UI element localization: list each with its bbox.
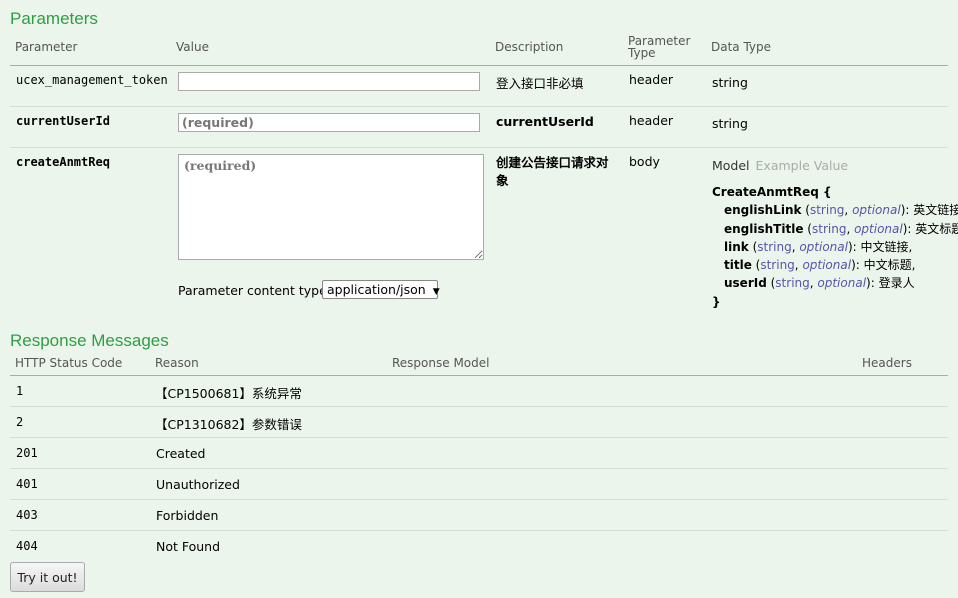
param-type: body bbox=[629, 154, 660, 169]
model-property: englishLink (string, optional): 英文链接, bbox=[724, 203, 958, 218]
chevron-down-icon: ▼ bbox=[432, 287, 440, 297]
model-type-name: CreateAnmtReq { bbox=[712, 185, 832, 199]
col-header-data-type: Data Type bbox=[711, 40, 772, 54]
col-header-value: Value bbox=[176, 40, 209, 54]
model-schema: CreateAnmtReq { englishLink (string, opt… bbox=[712, 183, 958, 311]
status-reason: Unauthorized bbox=[156, 477, 240, 492]
param-type: header bbox=[629, 113, 674, 128]
model-close-brace: } bbox=[712, 294, 721, 309]
current-user-id-input[interactable] bbox=[178, 113, 480, 132]
param-name: createAnmtReq bbox=[16, 155, 110, 169]
status-reason: Created bbox=[156, 446, 206, 461]
response-messages-heading: Response Messages bbox=[10, 331, 169, 350]
status-reason: 【CP1310682】参数错误 bbox=[155, 417, 302, 432]
status-reason: 【CP1500681】系统异常 bbox=[155, 386, 302, 401]
tab-example-value[interactable]: Example Value bbox=[756, 158, 849, 173]
header-divider bbox=[10, 375, 948, 376]
model-tabs: Model Example Value bbox=[712, 158, 848, 173]
row-divider bbox=[10, 530, 948, 531]
tab-model[interactable]: Model bbox=[712, 158, 750, 173]
param-type: header bbox=[629, 72, 674, 87]
status-code: 2 bbox=[16, 415, 24, 429]
col-header-parameter-type: Parameter Type bbox=[628, 34, 691, 60]
col-header-response-model: Response Model bbox=[392, 356, 490, 370]
param-description: currentUserId bbox=[496, 114, 594, 129]
model-property: englishTitle (string, optional): 英文标题, bbox=[724, 221, 958, 236]
row-divider bbox=[10, 468, 948, 469]
param-name: currentUserId bbox=[16, 114, 110, 128]
parameters-heading: Parameters bbox=[10, 9, 98, 28]
ucex-management-token-input[interactable] bbox=[178, 72, 480, 91]
model-property: title (string, optional): 中文标题, bbox=[724, 258, 916, 273]
content-type-value: application/json bbox=[327, 282, 426, 297]
operation-panel: Parameters Parameter Value Description P… bbox=[0, 0, 958, 598]
create-anmt-req-textarea[interactable] bbox=[178, 154, 484, 260]
col-header-parameter: Parameter bbox=[15, 40, 78, 54]
status-reason: Not Found bbox=[156, 539, 221, 554]
param-data-type: string bbox=[712, 75, 748, 90]
status-code: 403 bbox=[16, 508, 38, 522]
param-description: 登入接口非必填 bbox=[496, 76, 584, 91]
try-it-out-button[interactable]: Try it out! bbox=[10, 562, 85, 592]
content-type-select[interactable]: application/json ▼ bbox=[322, 280, 440, 299]
param-name: ucex_management_token bbox=[16, 73, 168, 87]
model-property: userId (string, optional): 登录人 bbox=[724, 276, 915, 291]
status-code: 401 bbox=[16, 477, 38, 491]
col-header-status-code: HTTP Status Code bbox=[15, 356, 123, 370]
col-header-description: Description bbox=[495, 40, 564, 54]
status-code: 201 bbox=[16, 446, 38, 460]
col-header-headers: Headers bbox=[862, 356, 912, 370]
model-property: link (string, optional): 中文链接, bbox=[724, 239, 913, 254]
header-divider bbox=[10, 65, 948, 66]
param-data-type: string bbox=[712, 116, 748, 131]
content-type-label: Parameter content type: bbox=[178, 283, 331, 298]
status-reason: Forbidden bbox=[156, 508, 219, 523]
row-divider bbox=[10, 437, 948, 438]
status-code: 404 bbox=[16, 539, 38, 553]
row-divider bbox=[10, 406, 948, 407]
row-divider bbox=[10, 499, 948, 500]
row-divider bbox=[10, 147, 948, 148]
col-header-reason: Reason bbox=[155, 356, 199, 370]
status-code: 1 bbox=[16, 384, 24, 398]
row-divider bbox=[10, 106, 948, 107]
param-description: 创建公告接口请求对象 bbox=[496, 155, 609, 188]
